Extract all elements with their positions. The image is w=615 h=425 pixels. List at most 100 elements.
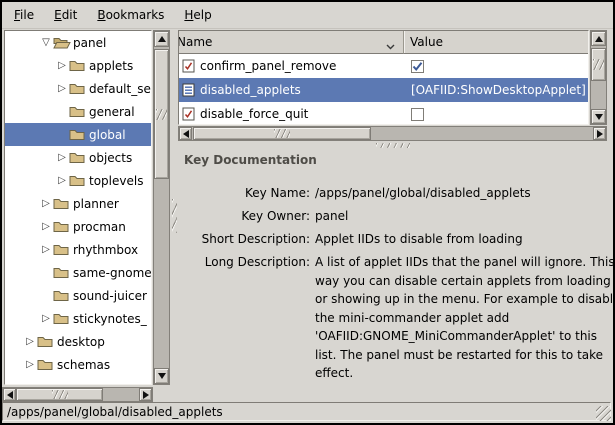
doc-long-line: 'OAFIID:GNOME_MiniCommanderApplet' to th… <box>315 327 615 346</box>
arrow-up-icon <box>595 36 603 42</box>
tree-item-objects[interactable]: objects <box>5 146 151 169</box>
folder-icon <box>69 174 87 187</box>
tree-item-general[interactable]: general <box>5 100 151 123</box>
key-row-disabled-applets[interactable]: disabled_applets [OAFIID:ShowDesktopAppl… <box>179 78 588 102</box>
tree-item-label: schemas <box>55 358 110 372</box>
table-header: Name Value <box>179 31 588 54</box>
value-checkbox-unchecked[interactable] <box>411 108 424 121</box>
tree-item-planner[interactable]: planner <box>5 192 151 215</box>
column-header-name[interactable]: Name <box>179 31 404 54</box>
arrow-right-icon <box>597 130 603 138</box>
key-name-label: disabled_applets <box>200 83 301 97</box>
doc-field-value: panel <box>310 207 348 225</box>
expander-right-icon[interactable] <box>39 197 53 211</box>
arrow-down-icon <box>158 373 166 379</box>
window-resize-grip[interactable] <box>596 406 611 421</box>
splitter-grip <box>172 199 177 233</box>
table-vertical-scrollbar[interactable] <box>590 30 607 125</box>
doc-long-line: the mini-commander applet add <box>315 309 615 328</box>
menu-bookmarks[interactable]: Bookmarks <box>87 4 174 26</box>
arrow-right-icon <box>143 391 149 399</box>
config-tree: panel applets default_se general <box>4 30 152 385</box>
menu-edit[interactable]: Edit <box>44 4 87 26</box>
doc-field-value: /apps/panel/global/disabled_applets <box>310 184 531 202</box>
splitter-grip <box>376 143 410 148</box>
sort-indicator-icon <box>386 39 395 53</box>
pane-splitter-vertical[interactable] <box>171 30 178 401</box>
statusbar: /apps/panel/global/disabled_applets <box>2 400 613 423</box>
tree-item-applets[interactable]: applets <box>5 54 151 77</box>
column-header-value-label: Value <box>410 35 443 49</box>
folder-icon <box>69 128 87 141</box>
doc-field-key-name: Key Name: /apps/panel/global/disabled_ap… <box>178 184 604 202</box>
tree-item-sound-juicer[interactable]: sound-juicer <box>5 284 151 307</box>
folder-icon <box>37 335 55 348</box>
scroll-right-button[interactable] <box>593 127 606 140</box>
expander-right-icon[interactable] <box>39 243 53 257</box>
scrollbar-thumb[interactable] <box>154 49 169 179</box>
doc-field-short-description: Short Description: Applet IIDs to disabl… <box>178 230 604 248</box>
thumb-grip <box>593 59 604 70</box>
tree-item-same-gnome[interactable]: same-gnome <box>5 261 151 284</box>
tree-item-label: general <box>87 105 135 119</box>
scrollbar-thumb[interactable] <box>591 48 606 81</box>
tree-item-label: sound-juicer <box>71 289 147 303</box>
open-folder-icon <box>53 36 71 49</box>
doc-field-long-description: Long Description: A list of applet IIDs … <box>178 253 604 383</box>
tree-item-label: rhythmbox <box>71 243 138 257</box>
tree-vertical-scrollbar[interactable] <box>153 30 170 385</box>
menu-file-label: File <box>14 8 34 22</box>
table-horizontal-scrollbar[interactable] <box>178 126 607 141</box>
thumb-grip <box>52 390 68 399</box>
scroll-down-button[interactable] <box>154 368 169 384</box>
expander-right-icon[interactable] <box>55 59 69 73</box>
menu-file[interactable]: File <box>4 4 44 26</box>
statusbar-frame: /apps/panel/global/disabled_applets <box>2 402 611 421</box>
pane-splitter-horizontal[interactable] <box>178 142 607 149</box>
tree-item-global[interactable]: global <box>5 123 151 146</box>
tree-item-schemas[interactable]: schemas <box>5 353 151 376</box>
tree-item-label: desktop <box>55 335 105 349</box>
tree-item-stickynotes[interactable]: stickynotes_ <box>5 307 151 330</box>
tree-item-label: panel <box>71 36 106 50</box>
expander-right-icon[interactable] <box>55 82 69 96</box>
tree-item-default-setup[interactable]: default_se <box>5 77 151 100</box>
folder-icon <box>37 358 55 371</box>
expander-right-icon[interactable] <box>23 358 37 372</box>
tree-item-desktop[interactable]: desktop <box>5 330 151 353</box>
key-name-label: confirm_panel_remove <box>200 59 336 73</box>
column-header-value[interactable]: Value <box>404 31 588 54</box>
gconf-editor-window: File Edit Bookmarks Help panel applets d… <box>0 0 615 425</box>
folder-icon <box>53 312 71 325</box>
tree-item-procman[interactable]: procman <box>5 215 151 238</box>
value-checkbox-checked[interactable] <box>411 60 424 73</box>
tree-item-toplevels[interactable]: toplevels <box>5 169 151 192</box>
scroll-down-button[interactable] <box>591 109 606 124</box>
folder-icon <box>69 151 87 164</box>
menubar: File Edit Bookmarks Help <box>2 2 613 29</box>
tree-item-rhythmbox[interactable]: rhythmbox <box>5 238 151 261</box>
menu-help[interactable]: Help <box>174 4 221 26</box>
folder-icon <box>53 266 71 279</box>
scroll-up-button[interactable] <box>154 31 169 47</box>
scroll-up-button[interactable] <box>591 31 606 46</box>
expander-right-icon[interactable] <box>39 312 53 326</box>
expander-right-icon[interactable] <box>55 151 69 165</box>
scrollbar-thumb[interactable] <box>193 127 371 140</box>
menu-help-label: Help <box>184 8 211 22</box>
folder-icon <box>53 197 71 210</box>
key-row-confirm-panel-remove[interactable]: confirm_panel_remove <box>179 54 588 78</box>
scroll-left-button[interactable] <box>179 127 192 140</box>
key-value-text: [OAFIID:ShowDesktopApplet] <box>411 83 586 97</box>
thumb-grip <box>156 109 167 120</box>
tree-item-panel[interactable]: panel <box>5 31 151 54</box>
column-header-name-label: Name <box>179 35 212 49</box>
expander-right-icon[interactable] <box>23 335 37 349</box>
expander-right-icon[interactable] <box>55 174 69 188</box>
expander-down-icon[interactable] <box>39 36 53 50</box>
folder-icon <box>69 59 87 72</box>
doc-field-key-owner: Key Owner: panel <box>178 207 604 225</box>
key-documentation: Key Name: /apps/panel/global/disabled_ap… <box>178 184 604 388</box>
expander-right-icon[interactable] <box>39 220 53 234</box>
key-row-disable-force-quit[interactable]: disable_force_quit <box>179 102 588 125</box>
